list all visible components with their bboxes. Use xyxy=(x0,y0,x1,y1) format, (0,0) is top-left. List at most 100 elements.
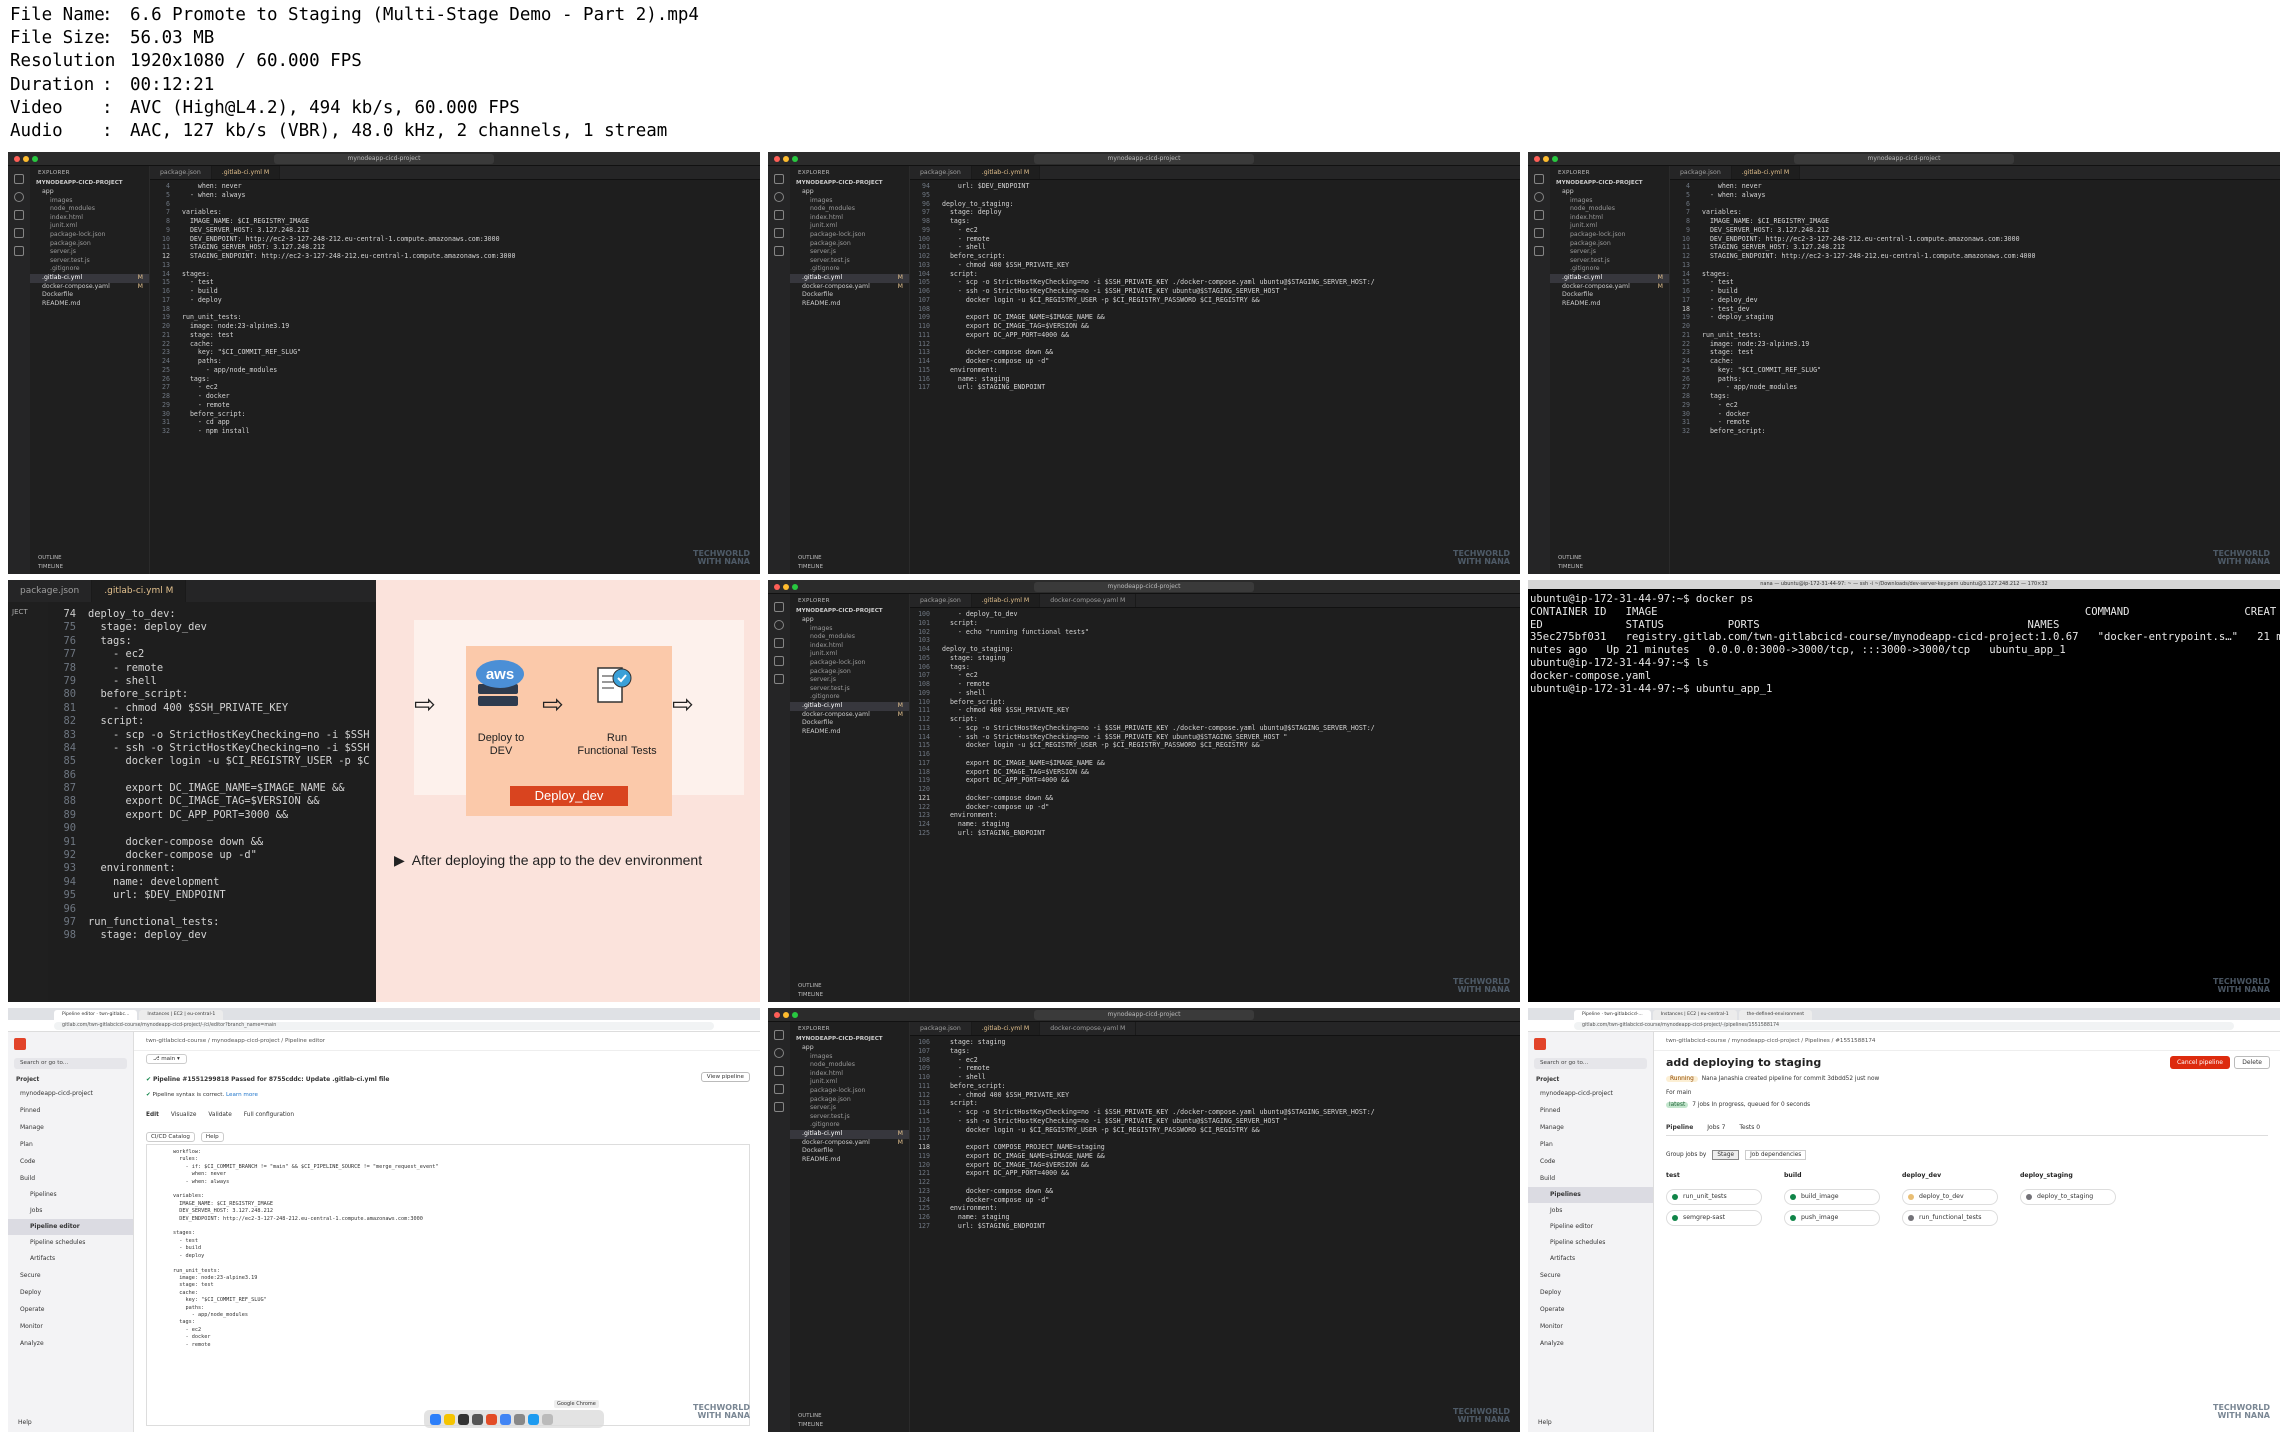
job-pill[interactable]: build_image xyxy=(1784,1189,1880,1205)
extensions-icon[interactable] xyxy=(774,246,784,256)
project-folder[interactable]: MYNODEAPP-CICD-PROJECT xyxy=(30,178,149,188)
file-item[interactable]: junit.xml xyxy=(30,222,149,231)
editor-tab[interactable]: package.json xyxy=(910,594,972,607)
minimize-window-icon[interactable] xyxy=(783,1012,789,1018)
terminal-output[interactable]: ubuntu@ip-172-31-44-97:~$ docker ps CONTA… xyxy=(1528,589,2280,699)
files-icon[interactable] xyxy=(774,602,784,612)
file-item[interactable]: index.html xyxy=(30,214,149,223)
code-editor[interactable]: 94 url: $DEV_ENDPOINT 95 96 deploy_to_stagi… xyxy=(910,180,1520,574)
sidebar-item[interactable]: Plan xyxy=(1528,1136,1653,1153)
command-search-input[interactable]: mynodeapp-cicd-project xyxy=(1034,154,1254,164)
run-debug-icon[interactable] xyxy=(774,228,784,238)
file-item[interactable]: server.js xyxy=(790,1104,909,1113)
editor-tab[interactable]: docker-compose.yaml M xyxy=(1040,594,1137,607)
file-item[interactable]: package.json xyxy=(790,668,909,677)
file-item[interactable]: app xyxy=(790,616,909,625)
sidebar-item[interactable]: Jobs xyxy=(8,1203,133,1219)
sidebar-item[interactable]: Secure xyxy=(8,1267,133,1284)
file-item[interactable]: .gitlab-ci.yml M xyxy=(790,701,909,711)
editor-tab[interactable]: .gitlab-ci.yml M xyxy=(1731,166,1801,179)
sidebar-item[interactable]: Analyze xyxy=(8,1335,133,1352)
file-item[interactable]: .gitlab-ci.yml M xyxy=(790,1129,909,1139)
file-item[interactable]: index.html xyxy=(790,214,909,223)
editor-tab[interactable]: docker-compose.yaml M xyxy=(1040,1022,1137,1035)
cancel-pipeline-button[interactable]: Cancel pipeline xyxy=(2169,1056,2230,1069)
sidebar-item[interactable]: Manage xyxy=(1528,1119,1653,1136)
file-item[interactable]: .gitlab-ci.yml M xyxy=(1550,273,1669,283)
file-item[interactable]: Dockerfile xyxy=(790,1147,909,1156)
sidebar-item[interactable]: Plan xyxy=(8,1136,133,1153)
file-item[interactable]: .gitlab-ci.yml M xyxy=(30,273,149,283)
editor-tab[interactable]: .gitlab-ci.yml M xyxy=(971,594,1041,607)
sidebar-item[interactable]: Deploy xyxy=(1528,1284,1653,1301)
file-item[interactable]: Dockerfile xyxy=(1550,291,1669,300)
browser-tab[interactable]: Pipeline · twn-gitlabcicd-... xyxy=(1574,1010,1651,1020)
editor-tab[interactable]: Edit xyxy=(146,1112,159,1118)
file-item[interactable]: server.test.js xyxy=(790,1113,909,1122)
file-item[interactable]: junit.xml xyxy=(790,650,909,659)
sidebar-item[interactable]: Pipeline editor xyxy=(8,1219,133,1235)
command-search-input[interactable]: mynodeapp-cicd-project xyxy=(1034,1010,1254,1020)
file-item[interactable]: docker-compose.yaml M xyxy=(30,283,149,292)
file-item[interactable]: package-lock.json xyxy=(790,231,909,240)
file-item[interactable]: index.html xyxy=(790,1070,909,1079)
source-control-icon[interactable] xyxy=(774,210,784,220)
file-item[interactable]: docker-compose.yaml M xyxy=(1550,283,1669,292)
file-item[interactable]: node_modules xyxy=(790,1061,909,1070)
command-search-input[interactable]: mynodeapp-cicd-project xyxy=(1034,582,1254,592)
search-icon[interactable] xyxy=(774,1048,784,1058)
file-item[interactable]: package.json xyxy=(790,1096,909,1105)
editor-tab[interactable]: .gitlab-ci.yml M xyxy=(971,166,1041,179)
file-item[interactable]: docker-compose.yaml M xyxy=(790,1139,909,1148)
extensions-icon[interactable] xyxy=(14,246,24,256)
file-item[interactable]: server.test.js xyxy=(790,257,909,266)
source-control-icon[interactable] xyxy=(14,210,24,220)
sidebar-item[interactable]: Secure xyxy=(1528,1267,1653,1284)
tab-gitlab-ci[interactable]: .gitlab-ci.yml M xyxy=(92,580,187,602)
file-item[interactable]: package-lock.json xyxy=(30,231,149,240)
sidebar-item[interactable]: mynodeapp-cicd-project xyxy=(1528,1085,1653,1102)
close-window-icon[interactable] xyxy=(774,584,780,590)
close-window-icon[interactable] xyxy=(14,156,20,162)
browser-tab[interactable]: Pipeline editor · twn-gitlabc... xyxy=(54,1010,138,1020)
sidebar-item[interactable]: Monitor xyxy=(8,1318,133,1335)
branch-selector[interactable]: ⎇ main ▾ xyxy=(146,1054,187,1064)
file-item[interactable]: package-lock.json xyxy=(1550,231,1669,240)
learn-more-link[interactable]: Learn more xyxy=(226,1092,258,1098)
sidebar-item[interactable]: Pinned xyxy=(1528,1102,1653,1119)
maximize-window-icon[interactable] xyxy=(792,1012,798,1018)
close-window-icon[interactable] xyxy=(774,1012,780,1018)
sidebar-item[interactable]: Jobs xyxy=(1528,1203,1653,1219)
file-item[interactable]: index.html xyxy=(790,642,909,651)
file-item[interactable]: README.md xyxy=(790,1156,909,1165)
file-item[interactable]: node_modules xyxy=(30,205,149,214)
files-icon[interactable] xyxy=(14,174,24,184)
file-item[interactable]: server.test.js xyxy=(30,257,149,266)
timeline-section[interactable]: TIMELINE xyxy=(798,563,909,572)
extensions-icon[interactable] xyxy=(774,674,784,684)
project-folder[interactable]: MYNODEAPP-CICD-PROJECT xyxy=(790,178,909,188)
file-item[interactable]: .gitignore xyxy=(1550,265,1669,274)
code-editor[interactable]: 4 when: never 5 - when: always 6 7 variables… xyxy=(150,180,760,574)
search-icon[interactable] xyxy=(14,192,24,202)
pipeline-tab[interactable]: Jobs 7 xyxy=(1707,1124,1725,1131)
file-item[interactable]: package.json xyxy=(30,240,149,249)
source-control-icon[interactable] xyxy=(1534,210,1544,220)
file-item[interactable]: node_modules xyxy=(790,633,909,642)
maximize-window-icon[interactable] xyxy=(792,584,798,590)
outline-section[interactable]: OUTLINE xyxy=(798,1412,909,1421)
editor-tab[interactable]: package.json xyxy=(150,166,212,179)
sidebar-item[interactable]: Artifacts xyxy=(8,1251,133,1267)
file-item[interactable]: .gitignore xyxy=(790,265,909,274)
file-item[interactable]: junit.xml xyxy=(1550,222,1669,231)
minimize-window-icon[interactable] xyxy=(23,156,29,162)
project-folder[interactable]: MYNODEAPP-CICD-PROJECT xyxy=(790,1034,909,1044)
maximize-window-icon[interactable] xyxy=(792,156,798,162)
file-item[interactable]: node_modules xyxy=(1550,205,1669,214)
files-icon[interactable] xyxy=(774,1030,784,1040)
minimize-window-icon[interactable] xyxy=(783,584,789,590)
view-pipeline-button[interactable]: View pipeline xyxy=(700,1072,750,1082)
command-search-input[interactable]: mynodeapp-cicd-project xyxy=(274,154,494,164)
extensions-icon[interactable] xyxy=(1534,246,1544,256)
files-icon[interactable] xyxy=(1534,174,1544,184)
